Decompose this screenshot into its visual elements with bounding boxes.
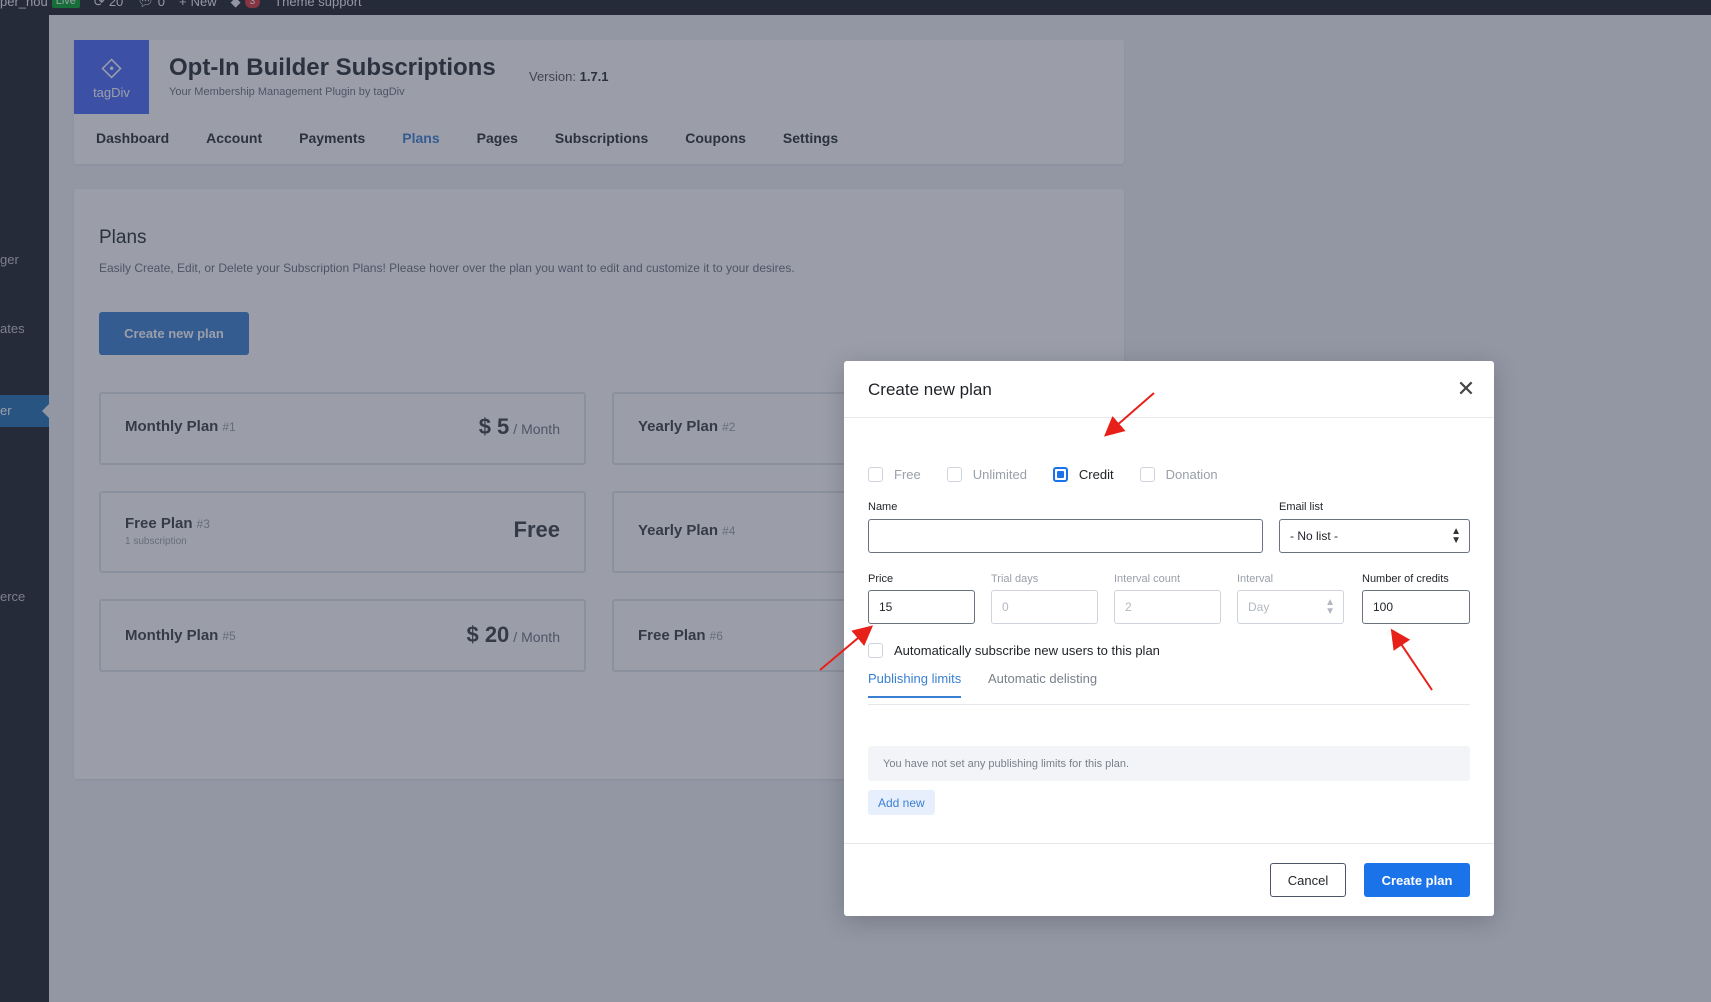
price-label: Price [868,573,894,585]
interval-count-label: Interval count [1114,573,1181,585]
plan-type-unlimited[interactable]: Unlimited [946,467,1027,482]
modal-header: Create new plan ✕ [844,361,1494,418]
plan-type-credit-label: Credit [1078,467,1114,482]
email-list-value: - No list - [1290,529,1338,543]
select-arrows-icon: ▲ ▼ [1325,597,1335,617]
price-input[interactable]: 15 [868,590,975,624]
interval-count-input[interactable]: 2 [1114,590,1221,624]
plan-type-free[interactable]: Free [868,467,921,482]
name-input[interactable] [868,519,1263,553]
publishing-limits-empty: You have not set any publishing limits f… [868,746,1470,781]
interval-value: Day [1248,600,1270,614]
plan-type-unlimited-label: Unlimited [972,467,1027,482]
auto-subscribe-option[interactable]: Automatically subscribe new users to thi… [868,643,1160,658]
checkbox-free[interactable] [868,467,883,482]
add-new-limit-button[interactable]: Add new [868,790,935,815]
plan-type-free-label: Free [894,467,921,482]
select-arrows-icon: ▲ ▼ [1451,526,1461,546]
modal-footer-divider [844,843,1494,844]
checkbox-credit[interactable] [1052,467,1068,482]
plan-type-donation[interactable]: Donation [1139,467,1218,482]
interval-label: Interval [1237,573,1274,585]
checkbox-unlimited[interactable] [946,467,962,482]
plan-type-credit[interactable]: Credit [1052,467,1114,482]
limits-tabs: Publishing limits Automatic delisting [868,671,1470,705]
close-icon[interactable]: ✕ [1456,378,1476,400]
tab-publishing-limits[interactable]: Publishing limits [868,671,962,698]
create-plan-button[interactable]: Create plan [1364,863,1470,897]
interval-select[interactable]: Day ▲ ▼ [1237,590,1344,624]
trial-days-label: Trial days [991,573,1039,585]
create-plan-modal: Create new plan ✕ Free Unlimited Credit … [844,361,1494,916]
credits-label: Number of credits [1362,573,1449,585]
plan-type-options: Free Unlimited Credit Donation [868,467,1244,482]
plan-type-donation-label: Donation [1165,467,1218,482]
checkbox-donation[interactable] [1139,467,1155,482]
email-list-label: Email list [1279,501,1324,513]
checkbox-auto-subscribe[interactable] [868,643,883,658]
email-list-select[interactable]: - No list - ▲ ▼ [1279,519,1470,553]
trial-days-input[interactable]: 0 [991,590,1098,624]
auto-subscribe-label: Automatically subscribe new users to thi… [894,643,1160,658]
tab-automatic-delisting[interactable]: Automatic delisting [988,671,1097,696]
name-label: Name [868,501,898,513]
cancel-button[interactable]: Cancel [1270,863,1346,897]
modal-title: Create new plan [868,380,992,399]
credits-input[interactable]: 100 [1362,590,1470,624]
